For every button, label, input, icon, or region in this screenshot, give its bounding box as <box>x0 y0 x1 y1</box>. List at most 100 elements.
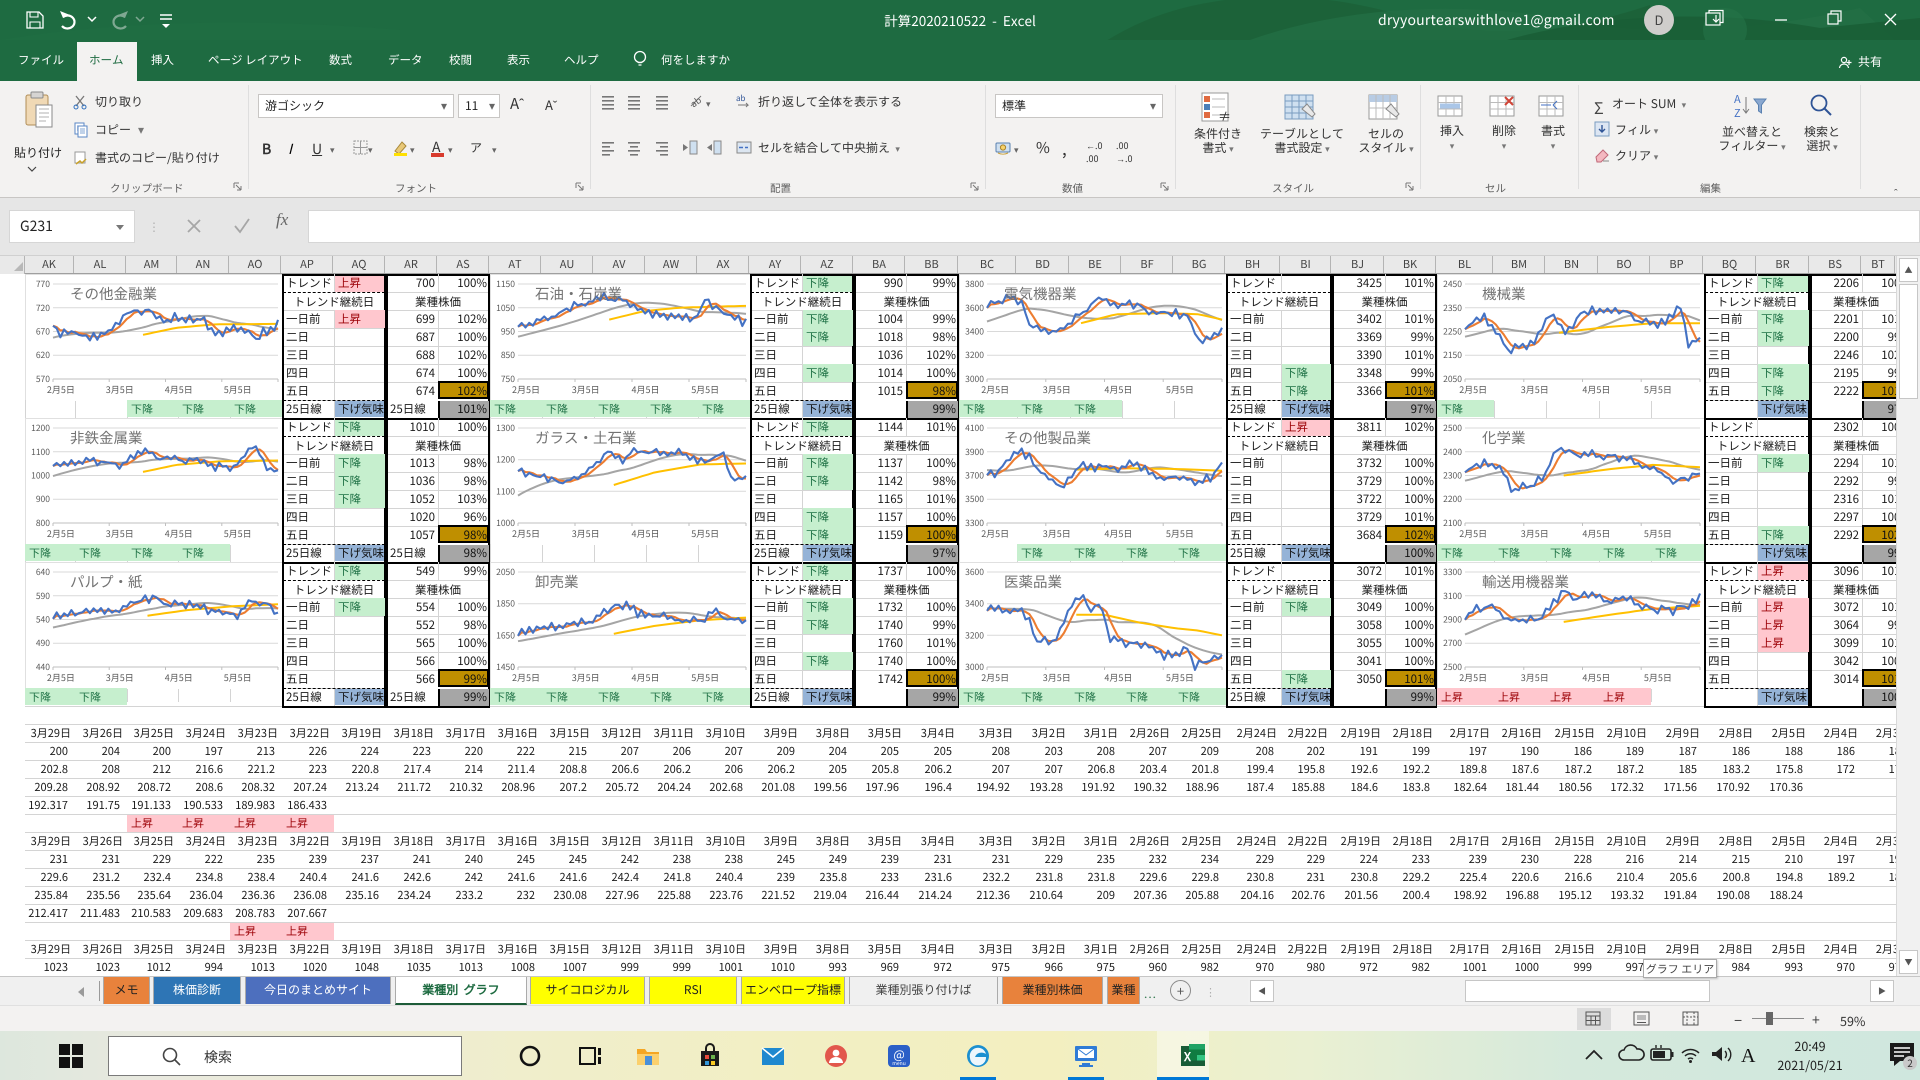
svg-text:3200: 3200 <box>965 629 984 641</box>
svg-text:5月5日: 5月5日 <box>1166 383 1194 396</box>
svg-text:機械業: 機械業 <box>1482 283 1526 304</box>
svg-text:menu: menu <box>892 1060 906 1067</box>
svg-text:5月5日: 5月5日 <box>1644 671 1672 684</box>
svg-text:950: 950 <box>501 326 515 338</box>
svg-text:2月5日: 2月5日 <box>981 383 1009 396</box>
svg-text:2150: 2150 <box>1443 349 1462 361</box>
svg-text:4月5日: 4月5日 <box>165 527 193 540</box>
svg-text:4月5日: 4月5日 <box>632 527 660 540</box>
svg-text:3800: 3800 <box>965 278 984 290</box>
svg-text:1100: 1100 <box>496 485 515 497</box>
svg-text:5月5日: 5月5日 <box>691 671 719 684</box>
svg-text:4月5日: 4月5日 <box>632 671 660 684</box>
svg-text:3300: 3300 <box>1443 566 1462 578</box>
svg-text:1000: 1000 <box>31 470 50 482</box>
svg-text:1200: 1200 <box>496 454 515 466</box>
svg-text:1150: 1150 <box>496 278 515 290</box>
svg-text:1650: 1650 <box>496 629 515 641</box>
svg-text:1050: 1050 <box>496 302 515 314</box>
svg-text:化学業: 化学業 <box>1482 427 1526 448</box>
svg-text:3月5日: 3月5日 <box>572 527 600 540</box>
svg-text:3月5日: 3月5日 <box>1043 527 1071 540</box>
svg-text:4月5日: 4月5日 <box>1582 383 1610 396</box>
svg-text:その他製品業: その他製品業 <box>1004 427 1091 448</box>
svg-text:4月5日: 4月5日 <box>1582 527 1610 540</box>
svg-text:2月5日: 2月5日 <box>512 671 540 684</box>
svg-text:2450: 2450 <box>1443 278 1462 290</box>
svg-text:1100: 1100 <box>31 446 50 458</box>
svg-text:2月5日: 2月5日 <box>512 527 540 540</box>
svg-text:2700: 2700 <box>1443 637 1462 649</box>
svg-text:ab: ab <box>736 93 746 104</box>
svg-text:Z: Z <box>1734 105 1741 121</box>
svg-text:5月5日: 5月5日 <box>691 383 719 396</box>
svg-text:パルプ・紙: パルプ・紙 <box>70 571 143 592</box>
svg-text:輸送用機器業: 輸送用機器業 <box>1482 571 1569 592</box>
svg-text:4月5日: 4月5日 <box>1104 671 1132 684</box>
svg-text:3400: 3400 <box>965 598 984 610</box>
svg-text:590: 590 <box>36 590 50 602</box>
svg-text:2月5日: 2月5日 <box>981 527 1009 540</box>
svg-text:2900: 2900 <box>1443 614 1462 626</box>
svg-text:2月5日: 2月5日 <box>1459 671 1487 684</box>
svg-text:5月5日: 5月5日 <box>691 527 719 540</box>
svg-text:3月5日: 3月5日 <box>572 671 600 684</box>
svg-text:3月5日: 3月5日 <box>106 383 134 396</box>
svg-text:2200: 2200 <box>1443 493 1462 505</box>
svg-text:≠: ≠ <box>1218 106 1231 125</box>
svg-text:3400: 3400 <box>965 326 984 338</box>
svg-text:1850: 1850 <box>496 598 515 610</box>
svg-text:2400: 2400 <box>1443 446 1462 458</box>
svg-text:4100: 4100 <box>965 422 984 434</box>
svg-text:770: 770 <box>36 278 50 290</box>
svg-text:900: 900 <box>36 493 50 505</box>
svg-text:490: 490 <box>36 637 50 649</box>
svg-text:3月5日: 3月5日 <box>1043 671 1071 684</box>
svg-text:石油・石炭業: 石油・石炭業 <box>535 283 622 304</box>
svg-text:620: 620 <box>36 349 50 361</box>
svg-text:5月5日: 5月5日 <box>1166 671 1194 684</box>
svg-text:4月5日: 4月5日 <box>165 671 193 684</box>
svg-text:X: X <box>1183 1048 1192 1065</box>
svg-text:4月5日: 4月5日 <box>1104 527 1132 540</box>
svg-text:2月5日: 2月5日 <box>1459 383 1487 396</box>
svg-text:3600: 3600 <box>965 302 984 314</box>
svg-text:3月5日: 3月5日 <box>572 383 600 396</box>
svg-text:2050: 2050 <box>496 566 515 578</box>
svg-text:2250: 2250 <box>1443 326 1462 338</box>
svg-text:2月5日: 2月5日 <box>47 527 75 540</box>
svg-text:5月5日: 5月5日 <box>1644 383 1672 396</box>
svg-text:3月5日: 3月5日 <box>106 671 134 684</box>
svg-text:4月5日: 4月5日 <box>1104 383 1132 396</box>
svg-text:5月5日: 5月5日 <box>224 527 252 540</box>
svg-text:3月5日: 3月5日 <box>1521 527 1549 540</box>
svg-text:2: 2 <box>1907 1055 1913 1070</box>
svg-text:卸売業: 卸売業 <box>535 571 579 592</box>
svg-text:2月5日: 2月5日 <box>1459 527 1487 540</box>
svg-text:ab: ab <box>688 93 704 110</box>
svg-text:1200: 1200 <box>31 422 50 434</box>
svg-text:850: 850 <box>501 349 515 361</box>
svg-text:670: 670 <box>36 326 50 338</box>
svg-text:電気機器業: 電気機器業 <box>1004 283 1077 304</box>
svg-text:4月5日: 4月5日 <box>165 383 193 396</box>
svg-text:3700: 3700 <box>965 470 984 482</box>
svg-text:A: A <box>1741 1045 1756 1067</box>
svg-text:5月5日: 5月5日 <box>224 383 252 396</box>
svg-text:5月5日: 5月5日 <box>1166 527 1194 540</box>
svg-text:2月5日: 2月5日 <box>47 383 75 396</box>
svg-text:2500: 2500 <box>1443 422 1462 434</box>
svg-text:2月5日: 2月5日 <box>981 671 1009 684</box>
svg-text:医薬品業: 医薬品業 <box>1004 571 1062 592</box>
svg-text:3月5日: 3月5日 <box>106 527 134 540</box>
svg-text:3月5日: 3月5日 <box>1521 383 1549 396</box>
svg-text:3500: 3500 <box>965 493 984 505</box>
svg-text:2月5日: 2月5日 <box>512 383 540 396</box>
svg-text:3900: 3900 <box>965 446 984 458</box>
svg-text:540: 540 <box>36 614 50 626</box>
svg-text:1300: 1300 <box>496 422 515 434</box>
svg-text:3200: 3200 <box>965 349 984 361</box>
svg-text:640: 640 <box>36 566 50 578</box>
svg-text:3月5日: 3月5日 <box>1043 383 1071 396</box>
svg-text:5月5日: 5月5日 <box>224 671 252 684</box>
